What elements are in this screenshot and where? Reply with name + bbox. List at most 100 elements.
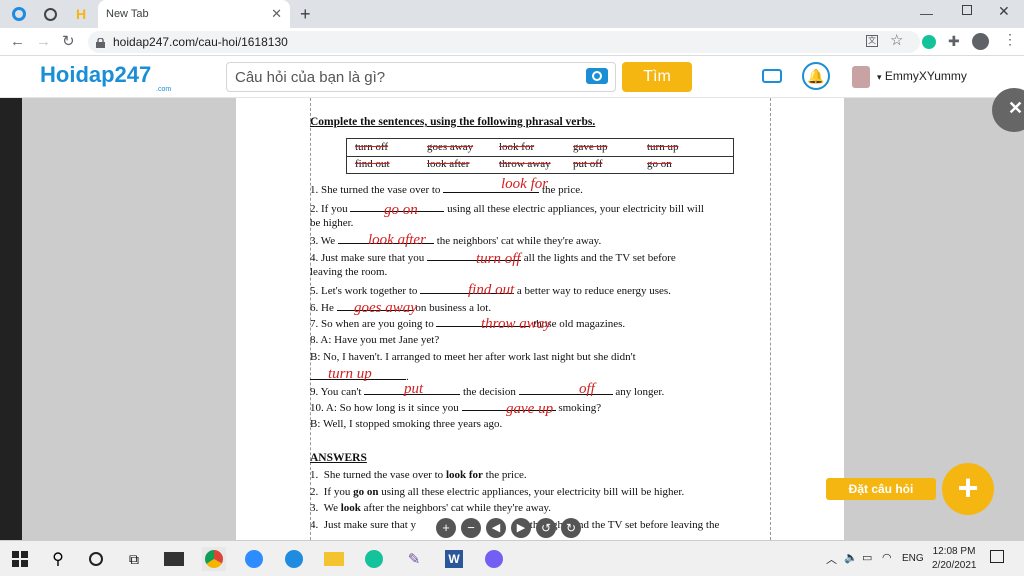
answer-text: put xyxy=(404,381,424,397)
volume-icon[interactable]: 🔈 xyxy=(844,551,858,564)
verb-item: go on xyxy=(647,158,672,170)
menu-kebab-icon[interactable]: ⋮ xyxy=(1003,31,1017,48)
wifi-icon[interactable]: ◠ xyxy=(882,551,892,564)
browser-toolbar: ← → ↻ hoidap247.com/cau-hoi/1618130 文 ☆ … xyxy=(0,28,1024,56)
camera-icon[interactable] xyxy=(586,68,608,84)
reload-icon[interactable]: ↻ xyxy=(62,32,75,50)
close-window-button[interactable]: ✕ xyxy=(998,3,1010,20)
rotate-right-icon[interactable]: ↻ xyxy=(561,518,581,538)
forward-arrow-icon[interactable]: → xyxy=(36,33,51,50)
windows-taskbar: ⚲ ⧉ ✎ W ︿ 🔈 ▭ ◠ ENG 12:08 PM 2/20/2021 xyxy=(0,540,1024,576)
zoom-app-icon[interactable] xyxy=(242,547,266,571)
site-header: Hoidap247 .com Câu hỏi của bạn là gì? Tì… xyxy=(0,56,1024,98)
logo-sub: .com xyxy=(156,86,172,93)
user-menu[interactable]: ▾ EmmyXYummy xyxy=(877,69,967,83)
new-tab-button[interactable]: + xyxy=(300,4,311,25)
exercise-line: 10. A: So how long is it since you smoki… xyxy=(310,402,602,414)
battery-icon[interactable]: ▭ xyxy=(862,551,872,564)
word-icon[interactable]: W xyxy=(442,547,466,571)
answer-text: look for xyxy=(501,176,549,192)
profile-icon[interactable] xyxy=(972,33,989,50)
viber-icon[interactable] xyxy=(482,547,506,571)
exercise-line: be higher. xyxy=(310,217,354,229)
tray-chevron-icon[interactable]: ︿ xyxy=(826,551,837,567)
verb-item: gave up xyxy=(573,141,608,153)
exercise-line: 7. So when are you going to those old ma… xyxy=(310,318,626,330)
translate-icon[interactable]: 文 xyxy=(866,35,878,47)
exercise-line: 3. We the neighbors' cat while they're a… xyxy=(310,235,602,247)
hoidap-favicon-icon: H xyxy=(76,6,87,22)
address-bar[interactable]: hoidap247.com/cau-hoi/1618130 xyxy=(88,31,920,53)
answer-text: turn off xyxy=(476,251,521,267)
browser-tab-strip: H New Tab ✕ + — ✕ xyxy=(0,0,1024,28)
search-icon[interactable]: ⚲ xyxy=(46,547,70,571)
avatar[interactable] xyxy=(852,66,870,88)
file-explorer-icon[interactable] xyxy=(322,547,346,571)
next-icon[interactable]: ▶ xyxy=(511,518,531,538)
paint-icon[interactable]: ✎ xyxy=(402,547,426,571)
verb-item: goes away xyxy=(427,141,474,153)
extensions-puzzle-icon[interactable]: ✚ xyxy=(948,33,960,50)
tab-new-tab[interactable]: New Tab ✕ xyxy=(98,0,290,28)
clock[interactable]: 12:08 PM 2/20/2021 xyxy=(932,546,977,571)
tab-close-icon[interactable]: ✕ xyxy=(271,6,282,22)
bookmark-star-icon[interactable]: ☆ xyxy=(890,31,903,49)
answer-text: throw away xyxy=(481,316,551,332)
left-edge-panel xyxy=(0,98,22,540)
mail-icon[interactable] xyxy=(162,547,186,571)
clock-time: 12:08 PM xyxy=(932,546,976,557)
answer-line: 3. We look after the neighbors' cat whil… xyxy=(310,502,552,514)
tab-edge-pinned[interactable] xyxy=(4,0,32,28)
chevron-down-icon: ▾ xyxy=(877,72,882,82)
verb-item: turn up xyxy=(647,141,679,153)
exercise-heading: Complete the sentences, using the follow… xyxy=(310,116,596,128)
search-input[interactable]: Câu hỏi của bạn là gì? xyxy=(226,62,616,92)
zoom-in-icon[interactable]: + xyxy=(436,518,456,538)
chrome-icon[interactable] xyxy=(202,547,226,571)
tab-timer-pinned[interactable] xyxy=(36,0,66,28)
notification-bell-icon[interactable]: 🔔 xyxy=(802,62,830,90)
verb-item: look for xyxy=(499,141,535,153)
answer-text: look after xyxy=(368,232,426,248)
verb-item: throw away xyxy=(499,158,551,170)
chat-icon[interactable] xyxy=(762,69,782,83)
username: EmmyXYummy xyxy=(884,69,967,83)
answer-line: 2. If you go on using all these electric… xyxy=(310,486,685,498)
verb-item: look after xyxy=(427,158,470,170)
answer-text: goes away xyxy=(354,300,417,316)
rotate-left-icon[interactable]: ↺ xyxy=(536,518,556,538)
task-view-icon[interactable]: ⧉ xyxy=(122,547,146,571)
zoom-out-icon[interactable]: − xyxy=(461,518,481,538)
prev-icon[interactable]: ◀ xyxy=(486,518,506,538)
tab-title: New Tab xyxy=(106,8,149,20)
windows-start-icon[interactable] xyxy=(8,547,32,571)
exercise-line: B: Well, I stopped smoking three years a… xyxy=(310,418,503,430)
page-margin-right xyxy=(770,98,771,540)
grammarly-extension-icon[interactable] xyxy=(922,35,936,49)
search-placeholder: Câu hỏi của bạn là gì? xyxy=(235,68,386,86)
minimize-button[interactable]: — xyxy=(920,6,933,21)
grammarly-icon[interactable] xyxy=(362,547,386,571)
verb-item: find out xyxy=(355,158,390,170)
answers-heading: ANSWERS xyxy=(310,452,367,464)
notification-center-icon[interactable] xyxy=(990,550,1004,563)
exercise-line: 8. A: Have you met Jane yet? xyxy=(310,334,440,346)
timer-favicon-icon xyxy=(44,7,57,21)
answer-line: 1. She turned the vase over to look for … xyxy=(310,469,527,481)
ask-question-plus-icon[interactable]: + xyxy=(942,463,994,515)
verb-box: turn off goes away look for gave up turn… xyxy=(346,138,734,174)
logo-text: Hoidap247 xyxy=(40,62,152,87)
answer-text: turn up xyxy=(328,366,372,382)
exercise-line: 9. You can't the decision any longer. xyxy=(310,386,665,398)
language-indicator[interactable]: ENG xyxy=(902,553,924,564)
site-logo[interactable]: Hoidap247 .com xyxy=(40,62,171,93)
tab-hoidap-pinned[interactable]: H xyxy=(70,0,96,28)
cortana-icon[interactable] xyxy=(84,547,108,571)
edge-icon[interactable] xyxy=(282,547,306,571)
search-button[interactable]: Tìm xyxy=(622,62,692,92)
exercise-line: leaving the room. xyxy=(310,266,388,278)
ask-question-label[interactable]: Đặt câu hỏi xyxy=(826,478,936,500)
back-arrow-icon[interactable]: ← xyxy=(10,33,25,50)
restore-button[interactable] xyxy=(962,5,972,15)
exercise-line: 2. If you using all these electric appli… xyxy=(310,203,704,215)
